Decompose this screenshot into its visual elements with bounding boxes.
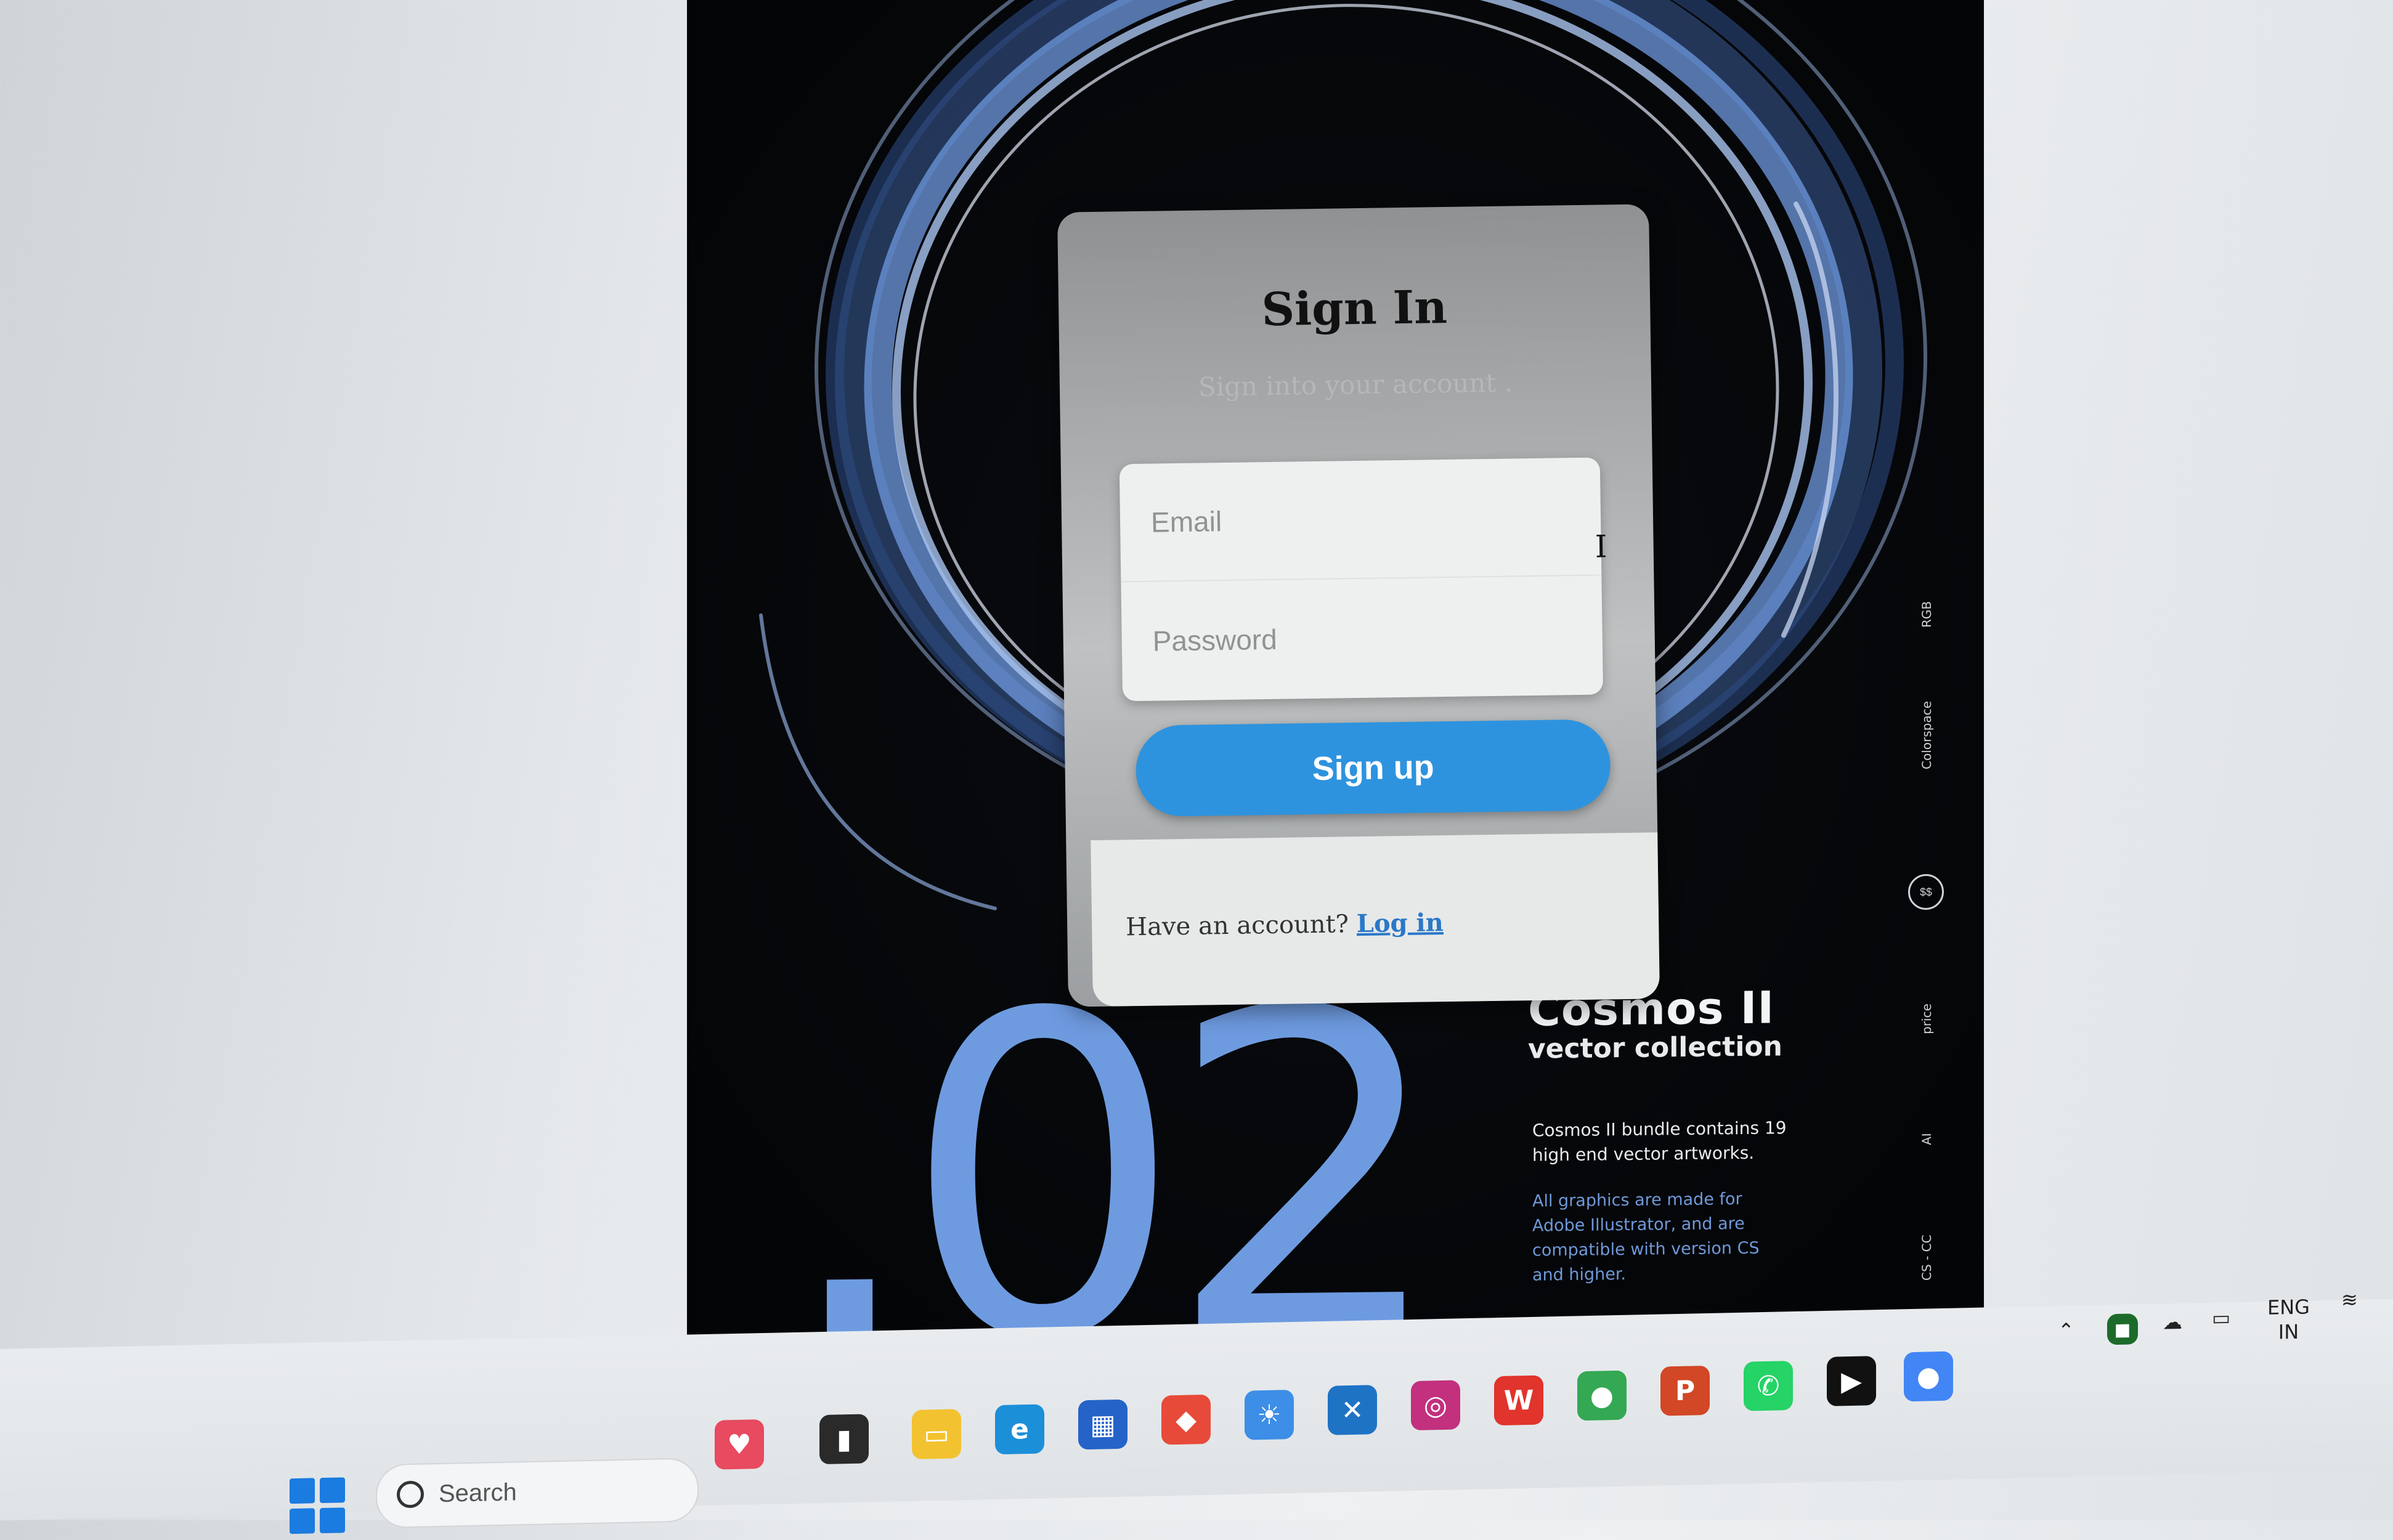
- taskbar-search[interactable]: Search: [376, 1457, 699, 1529]
- text-cursor-icon: I: [1595, 529, 1607, 565]
- cloud-icon[interactable]: ☁: [2163, 1310, 2182, 1335]
- side-label-cs: CS - CC: [1919, 1234, 1934, 1281]
- poster-side-column: RGB Colorspace $$ price AI CS - CC: [1908, 578, 1968, 1318]
- whatsapp-icon[interactable]: ✆: [1744, 1361, 1793, 1411]
- search-icon: [397, 1480, 424, 1509]
- instagram-icon[interactable]: ◎: [1411, 1380, 1460, 1431]
- email-field[interactable]: [1119, 457, 1602, 583]
- signin-subtitle: Sign into your account .: [1198, 367, 1513, 402]
- chevron-up-icon[interactable]: ⌃: [2058, 1318, 2074, 1343]
- price-badge: $$: [1908, 873, 1944, 910]
- poster-subtitle: vector collection: [1528, 1031, 1782, 1065]
- store-icon[interactable]: ▦: [1078, 1399, 1127, 1450]
- footer-prompt: Have an account?: [1125, 910, 1349, 942]
- side-label-rgb: RGB: [1919, 601, 1934, 628]
- language-indicator[interactable]: ENG IN: [2267, 1294, 2310, 1344]
- edge-icon[interactable]: e: [995, 1404, 1044, 1455]
- credentials-group: [1119, 457, 1604, 702]
- login-link[interactable]: Log in: [1356, 908, 1444, 938]
- nvidia-icon[interactable]: ■: [2107, 1313, 2138, 1345]
- task-view-icon[interactable]: ▮: [819, 1414, 869, 1465]
- side-label-colorspace: Colorspace: [1919, 700, 1934, 770]
- search-placeholder: Search: [439, 1478, 517, 1508]
- language-code: ENG: [2267, 1295, 2310, 1319]
- footer-text: Have an account? Log in: [1126, 908, 1444, 941]
- weather-app-icon[interactable]: ☀: [1245, 1390, 1294, 1440]
- file-explorer-icon[interactable]: ▭: [912, 1409, 961, 1459]
- signup-button[interactable]: Sign up: [1135, 719, 1611, 817]
- signin-title: Sign In: [1261, 280, 1448, 337]
- poster-description: Cosmos II bundle contains 19 high end ve…: [1532, 1117, 1787, 1165]
- side-label-ai: AI: [1919, 1133, 1934, 1146]
- wifi-icon[interactable]: ≋: [2341, 1287, 2358, 1313]
- side-label-price: price: [1919, 1003, 1934, 1035]
- taskbar: Search ♥ ▮ ▭ e ▦ ◆ ☀ ✕ ◎ W ● P ✆ ▶ ● ⌃ ■…: [0, 1288, 2393, 1534]
- poster-note: All graphics are made for Adobe Illustra…: [1532, 1189, 1760, 1285]
- password-field[interactable]: [1121, 575, 1604, 701]
- windows-start-icon[interactable]: [290, 1477, 345, 1534]
- powerpoint-icon[interactable]: P: [1660, 1365, 1710, 1416]
- vscode-icon[interactable]: ✕: [1328, 1385, 1377, 1435]
- diamond-app-icon[interactable]: ◆: [1161, 1394, 1211, 1445]
- signin-footer: Have an account? Log in: [1091, 832, 1660, 1007]
- chrome-alt-icon[interactable]: ●: [1904, 1351, 1953, 1402]
- media-player-icon[interactable]: ▶: [1827, 1356, 1876, 1406]
- region-code: IN: [2278, 1319, 2299, 1344]
- signin-card: Sign In Sign into your account . I Sign …: [1057, 204, 1660, 1007]
- chrome-icon[interactable]: ●: [1577, 1370, 1627, 1421]
- wps-office-icon[interactable]: W: [1494, 1375, 1543, 1426]
- touchpad-icon[interactable]: ▭: [2212, 1305, 2230, 1331]
- health-app-icon[interactable]: ♥: [715, 1419, 764, 1470]
